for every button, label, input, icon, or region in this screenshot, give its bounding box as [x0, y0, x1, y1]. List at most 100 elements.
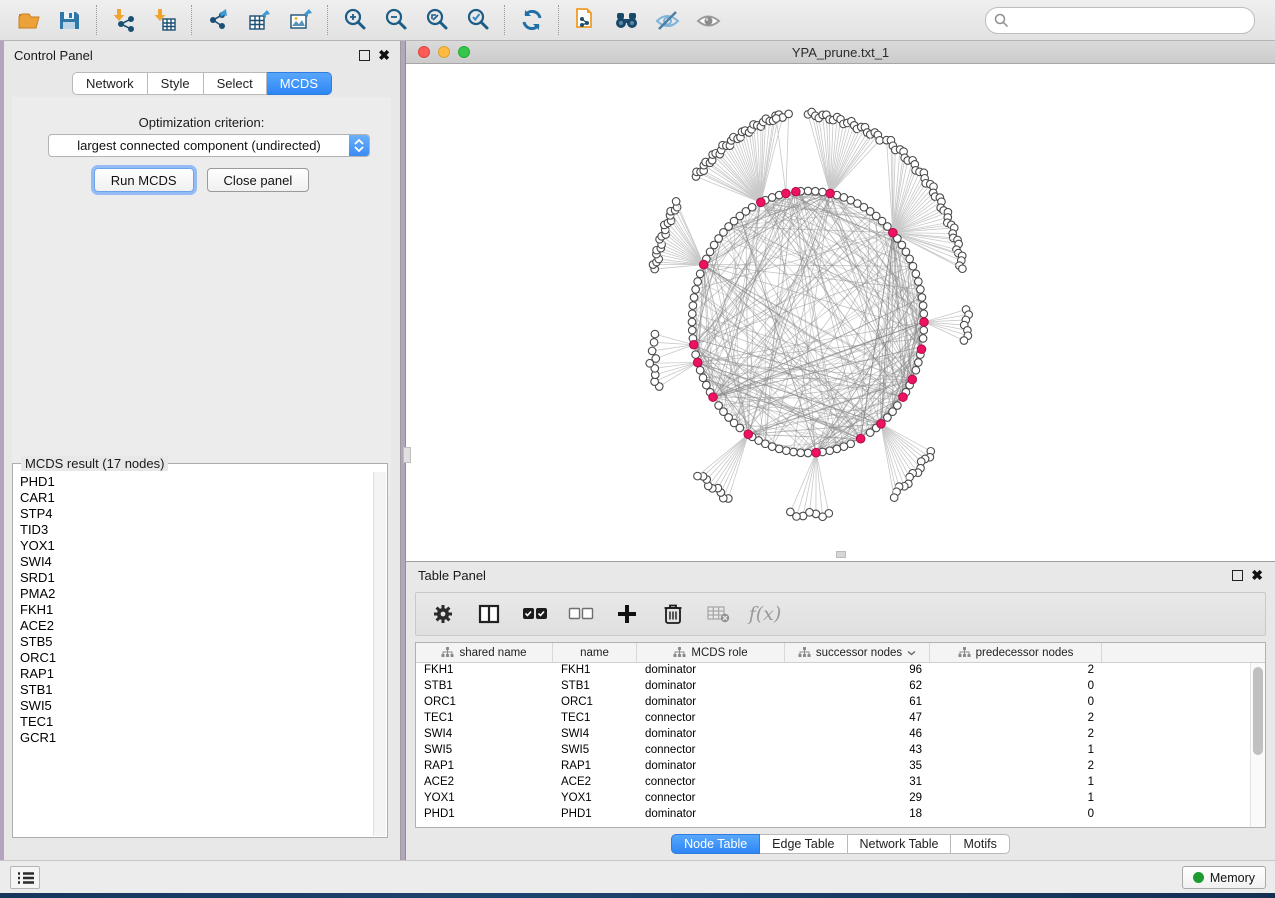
cell-successor-nodes: 43 [785, 743, 930, 759]
cell-predecessor-nodes: 0 [930, 679, 1102, 695]
mcds-result-item[interactable]: GCR1 [20, 730, 373, 746]
search-input[interactable] [985, 7, 1255, 34]
mcds-result-item[interactable]: SRD1 [20, 570, 373, 586]
open-session-icon[interactable] [15, 7, 42, 34]
table-row[interactable]: SWI5SWI5connector431 [416, 743, 1250, 759]
import-table-icon[interactable] [151, 7, 178, 34]
select-all-icon[interactable] [522, 601, 548, 627]
import-network-icon[interactable] [110, 7, 137, 34]
tab-edge-table[interactable]: Edge Table [760, 834, 847, 854]
mcds-result-item[interactable]: TEC1 [20, 714, 373, 730]
mcds-result-item[interactable]: YOX1 [20, 538, 373, 554]
mcds-result-item[interactable]: STP4 [20, 506, 373, 522]
mcds-result-item[interactable]: TID3 [20, 522, 373, 538]
mcds-result-item[interactable]: PMA2 [20, 586, 373, 602]
run-mcds-button[interactable]: Run MCDS [94, 168, 194, 192]
mcds-result-item[interactable]: RAP1 [20, 666, 373, 682]
show-all-icon[interactable] [695, 7, 722, 34]
table-row[interactable]: ACE2ACE2connector311 [416, 775, 1250, 791]
unselect-all-icon[interactable] [568, 601, 594, 627]
toolbar-separator [504, 5, 505, 35]
tab-motifs[interactable]: Motifs [951, 834, 1009, 854]
export-table-icon[interactable] [246, 7, 273, 34]
table-row[interactable]: RAP1RAP1dominator352 [416, 759, 1250, 775]
cell-mcds-role: dominator [637, 695, 785, 711]
cell-predecessor-nodes: 2 [930, 727, 1102, 743]
close-panel-icon[interactable]: ✖ [378, 50, 390, 61]
close-panel-button[interactable]: Close panel [207, 168, 310, 192]
show-column-panel-icon[interactable] [476, 601, 502, 627]
mcds-result-item[interactable]: STB1 [20, 682, 373, 698]
table-row[interactable]: FKH1FKH1dominator962 [416, 663, 1250, 679]
control-panel-title: Control Panel [14, 48, 93, 63]
zoom-fit-icon[interactable] [423, 7, 450, 34]
column-header-name[interactable]: name [553, 643, 637, 662]
mcds-result-item[interactable]: FKH1 [20, 602, 373, 618]
cell-shared-name: STB1 [416, 679, 553, 695]
optimization-criterion-label: Optimization criterion: [12, 115, 391, 130]
cell-predecessor-nodes: 1 [930, 791, 1102, 807]
memory-button[interactable]: Memory [1182, 866, 1266, 889]
column-header-shared-name[interactable]: shared name [416, 643, 553, 662]
delete-column-trash-icon[interactable] [660, 601, 686, 627]
zoom-out-icon[interactable] [382, 7, 409, 34]
search-network-icon[interactable] [613, 7, 640, 34]
cell-name: SWI4 [553, 727, 637, 743]
network-canvas[interactable] [406, 64, 1275, 560]
tab-network[interactable]: Network [72, 72, 148, 95]
float-table-panel-icon[interactable] [1232, 570, 1243, 581]
optimization-criterion-select[interactable]: largest connected component (undirected) [48, 134, 370, 157]
export-network-icon[interactable] [205, 7, 232, 34]
cell-mcds-role: connector [637, 791, 785, 807]
network-graph[interactable] [406, 64, 1274, 560]
cell-shared-name: FKH1 [416, 663, 553, 679]
tab-node-table[interactable]: Node Table [671, 834, 760, 854]
zoom-selected-icon[interactable] [464, 7, 491, 34]
refresh-icon[interactable] [518, 7, 545, 34]
cell-mcds-role: dominator [637, 807, 785, 823]
task-history-icon[interactable] [10, 866, 40, 889]
mcds-result-scrollbar[interactable] [373, 472, 386, 836]
mcds-result-item[interactable]: PHD1 [20, 474, 373, 490]
hide-selected-icon[interactable] [654, 7, 681, 34]
zoom-in-icon[interactable] [341, 7, 368, 34]
tab-network-table[interactable]: Network Table [848, 834, 952, 854]
column-header-successor-nodes[interactable]: successor nodes [785, 643, 930, 662]
mcds-result-item[interactable]: STB5 [20, 634, 373, 650]
table-row[interactable]: ORC1ORC1dominator610 [416, 695, 1250, 711]
tab-mcds[interactable]: MCDS [267, 72, 332, 95]
create-column-plus-icon[interactable] [614, 601, 640, 627]
table-settings-gear-icon[interactable] [430, 601, 456, 627]
table-row[interactable]: TEC1TEC1connector472 [416, 711, 1250, 727]
horizontal-splitter-grip[interactable] [836, 551, 846, 558]
cell-predecessor-nodes: 2 [930, 663, 1102, 679]
table-row[interactable]: STB1STB1dominator620 [416, 679, 1250, 695]
node-table-scrollbar[interactable] [1250, 663, 1265, 827]
mcds-result-item[interactable]: ACE2 [20, 618, 373, 634]
network-window-titlebar[interactable]: YPA_prune.txt_1 [406, 41, 1275, 64]
apply-function-icon: f(x) [752, 601, 778, 627]
cell-predecessor-nodes: 0 [930, 695, 1102, 711]
column-header-filler [1102, 643, 1265, 662]
mcds-result-item[interactable]: SWI4 [20, 554, 373, 570]
tab-style[interactable]: Style [148, 72, 204, 95]
vertical-splitter-grip[interactable] [403, 447, 411, 463]
table-row[interactable]: YOX1YOX1connector291 [416, 791, 1250, 807]
table-row[interactable]: PHD1PHD1dominator180 [416, 807, 1250, 823]
cell-name: SWI5 [553, 743, 637, 759]
mcds-result-item[interactable]: CAR1 [20, 490, 373, 506]
close-table-panel-icon[interactable]: ✖ [1251, 570, 1263, 581]
table-row[interactable]: SWI4SWI4dominator462 [416, 727, 1250, 743]
mcds-result-item[interactable]: SWI5 [20, 698, 373, 714]
scrollbar-thumb[interactable] [1253, 667, 1263, 755]
tab-select[interactable]: Select [204, 72, 267, 95]
float-panel-icon[interactable] [359, 50, 370, 61]
save-session-icon[interactable] [56, 7, 83, 34]
export-image-icon[interactable] [287, 7, 314, 34]
cell-mcds-role: connector [637, 743, 785, 759]
mcds-result-item[interactable]: ORC1 [20, 650, 373, 666]
column-tree-icon [441, 647, 454, 658]
network-document-icon[interactable] [572, 7, 599, 34]
column-header-mcds-role[interactable]: MCDS role [637, 643, 785, 662]
column-header-predecessor-nodes[interactable]: predecessor nodes [930, 643, 1102, 662]
